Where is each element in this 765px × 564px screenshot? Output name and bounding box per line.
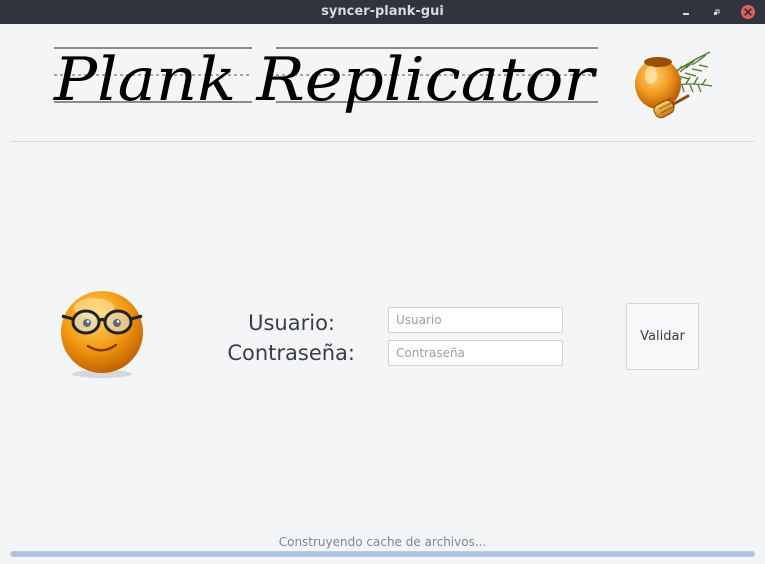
title-bar: syncer-plank-gui bbox=[0, 0, 765, 24]
maximize-button[interactable] bbox=[708, 4, 724, 20]
honey-jar-icon bbox=[635, 51, 713, 119]
header-banner: Plank Replicator bbox=[10, 24, 755, 142]
minimize-button[interactable] bbox=[678, 4, 694, 20]
close-button[interactable] bbox=[740, 4, 756, 20]
header-separator bbox=[10, 141, 755, 142]
validate-button[interactable]: Validar bbox=[626, 303, 699, 370]
progress-bar bbox=[10, 551, 755, 557]
progress-bar-fill bbox=[11, 552, 754, 556]
close-icon bbox=[741, 5, 755, 19]
password-label: Contraseña: bbox=[227, 341, 355, 365]
app-logo-text: Plank Replicator bbox=[53, 45, 598, 115]
password-input[interactable] bbox=[388, 340, 563, 366]
username-label: Usuario: bbox=[248, 311, 335, 335]
status-text: Construyendo cache de archivos... bbox=[278, 535, 487, 549]
smiley-glasses-icon bbox=[61, 291, 143, 378]
minimize-icon bbox=[683, 13, 689, 15]
window-title: syncer-plank-gui bbox=[321, 4, 444, 19]
app-logo: Plank Replicator bbox=[53, 45, 598, 115]
maximize-icon bbox=[714, 9, 720, 15]
username-input[interactable] bbox=[388, 307, 563, 333]
main-window-body: Plank Replicator Usuario: Contraseña: Us… bbox=[0, 24, 765, 564]
